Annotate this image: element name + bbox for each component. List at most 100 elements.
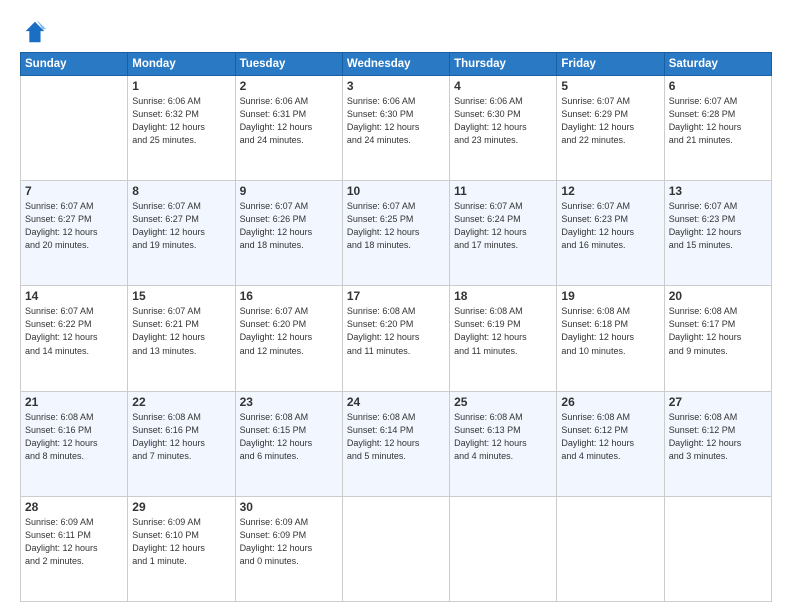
table-row: 13 Sunrise: 6:07 AM Sunset: 6:23 PM Dayli… — [664, 181, 771, 286]
day-number: 13 — [669, 184, 767, 198]
table-row: 28 Sunrise: 6:09 AM Sunset: 6:11 PM Dayli… — [21, 496, 128, 601]
cell-info: Sunrise: 6:06 AM Sunset: 6:31 PM Dayligh… — [240, 95, 338, 147]
col-tuesday: Tuesday — [235, 53, 342, 76]
header — [20, 18, 772, 46]
cell-info: Sunrise: 6:07 AM Sunset: 6:25 PM Dayligh… — [347, 200, 445, 252]
col-wednesday: Wednesday — [342, 53, 449, 76]
day-number: 27 — [669, 395, 767, 409]
cell-info: Sunrise: 6:08 AM Sunset: 6:16 PM Dayligh… — [25, 411, 123, 463]
col-saturday: Saturday — [664, 53, 771, 76]
page: Sunday Monday Tuesday Wednesday Thursday… — [0, 0, 792, 612]
cell-info: Sunrise: 6:07 AM Sunset: 6:26 PM Dayligh… — [240, 200, 338, 252]
cell-info: Sunrise: 6:08 AM Sunset: 6:18 PM Dayligh… — [561, 305, 659, 357]
calendar-header-row: Sunday Monday Tuesday Wednesday Thursday… — [21, 53, 772, 76]
day-number: 1 — [132, 79, 230, 93]
cell-info: Sunrise: 6:08 AM Sunset: 6:13 PM Dayligh… — [454, 411, 552, 463]
day-number: 29 — [132, 500, 230, 514]
cell-info: Sunrise: 6:08 AM Sunset: 6:15 PM Dayligh… — [240, 411, 338, 463]
cell-info: Sunrise: 6:08 AM Sunset: 6:12 PM Dayligh… — [669, 411, 767, 463]
cell-info: Sunrise: 6:08 AM Sunset: 6:17 PM Dayligh… — [669, 305, 767, 357]
table-row: 20 Sunrise: 6:08 AM Sunset: 6:17 PM Dayli… — [664, 286, 771, 391]
cell-info: Sunrise: 6:08 AM Sunset: 6:16 PM Dayligh… — [132, 411, 230, 463]
cell-info: Sunrise: 6:07 AM Sunset: 6:29 PM Dayligh… — [561, 95, 659, 147]
calendar-week-row: 21Sunrise: 6:08 AM Sunset: 6:16 PM Dayli… — [21, 391, 772, 496]
table-row: 5 Sunrise: 6:07 AM Sunset: 6:29 PM Daylig… — [557, 76, 664, 181]
col-thursday: Thursday — [450, 53, 557, 76]
day-number: 8 — [132, 184, 230, 198]
cell-info: Sunrise: 6:07 AM Sunset: 6:21 PM Dayligh… — [132, 305, 230, 357]
table-row: 26Sunrise: 6:08 AM Sunset: 6:12 PM Dayli… — [557, 391, 664, 496]
table-row: 8 Sunrise: 6:07 AM Sunset: 6:27 PM Daylig… — [128, 181, 235, 286]
day-number: 19 — [561, 289, 659, 303]
day-number: 24 — [347, 395, 445, 409]
day-number: 14 — [25, 289, 123, 303]
table-row: 21Sunrise: 6:08 AM Sunset: 6:16 PM Dayli… — [21, 391, 128, 496]
cell-info: Sunrise: 6:07 AM Sunset: 6:28 PM Dayligh… — [669, 95, 767, 147]
cell-info: Sunrise: 6:06 AM Sunset: 6:32 PM Dayligh… — [132, 95, 230, 147]
table-row: 7 Sunrise: 6:07 AM Sunset: 6:27 PM Daylig… — [21, 181, 128, 286]
table-row: 3 Sunrise: 6:06 AM Sunset: 6:30 PM Daylig… — [342, 76, 449, 181]
day-number: 23 — [240, 395, 338, 409]
day-number: 28 — [25, 500, 123, 514]
table-row: 22 Sunrise: 6:08 AM Sunset: 6:16 PM Dayli… — [128, 391, 235, 496]
day-number: 9 — [240, 184, 338, 198]
table-row: 1 Sunrise: 6:06 AM Sunset: 6:32 PM Daylig… — [128, 76, 235, 181]
cell-info: Sunrise: 6:07 AM Sunset: 6:20 PM Dayligh… — [240, 305, 338, 357]
table-row: 23 Sunrise: 6:08 AM Sunset: 6:15 PM Dayli… — [235, 391, 342, 496]
table-row — [557, 496, 664, 601]
table-row: 12 Sunrise: 6:07 AM Sunset: 6:23 PM Dayli… — [557, 181, 664, 286]
col-sunday: Sunday — [21, 53, 128, 76]
table-row: 4Sunrise: 6:06 AM Sunset: 6:30 PM Daylig… — [450, 76, 557, 181]
day-number: 12 — [561, 184, 659, 198]
cell-info: Sunrise: 6:07 AM Sunset: 6:27 PM Dayligh… — [25, 200, 123, 252]
table-row — [342, 496, 449, 601]
table-row: 6 Sunrise: 6:07 AM Sunset: 6:28 PM Daylig… — [664, 76, 771, 181]
table-row — [664, 496, 771, 601]
table-row: 17 Sunrise: 6:08 AM Sunset: 6:20 PM Dayli… — [342, 286, 449, 391]
cell-info: Sunrise: 6:08 AM Sunset: 6:19 PM Dayligh… — [454, 305, 552, 357]
calendar-table: Sunday Monday Tuesday Wednesday Thursday… — [20, 52, 772, 602]
logo — [20, 18, 52, 46]
cell-info: Sunrise: 6:07 AM Sunset: 6:24 PM Dayligh… — [454, 200, 552, 252]
cell-info: Sunrise: 6:07 AM Sunset: 6:23 PM Dayligh… — [669, 200, 767, 252]
calendar-week-row: 14 Sunrise: 6:07 AM Sunset: 6:22 PM Dayli… — [21, 286, 772, 391]
cell-info: Sunrise: 6:09 AM Sunset: 6:10 PM Dayligh… — [132, 516, 230, 568]
table-row: 19 Sunrise: 6:08 AM Sunset: 6:18 PM Dayli… — [557, 286, 664, 391]
cell-info: Sunrise: 6:09 AM Sunset: 6:11 PM Dayligh… — [25, 516, 123, 568]
cell-info: Sunrise: 6:08 AM Sunset: 6:20 PM Dayligh… — [347, 305, 445, 357]
day-number: 5 — [561, 79, 659, 93]
cell-info: Sunrise: 6:07 AM Sunset: 6:22 PM Dayligh… — [25, 305, 123, 357]
day-number: 20 — [669, 289, 767, 303]
cell-info: Sunrise: 6:08 AM Sunset: 6:12 PM Dayligh… — [561, 411, 659, 463]
cell-info: Sunrise: 6:07 AM Sunset: 6:27 PM Dayligh… — [132, 200, 230, 252]
table-row: 16 Sunrise: 6:07 AM Sunset: 6:20 PM Dayli… — [235, 286, 342, 391]
day-number: 10 — [347, 184, 445, 198]
cell-info: Sunrise: 6:08 AM Sunset: 6:14 PM Dayligh… — [347, 411, 445, 463]
col-monday: Monday — [128, 53, 235, 76]
day-number: 17 — [347, 289, 445, 303]
table-row: 24 Sunrise: 6:08 AM Sunset: 6:14 PM Dayli… — [342, 391, 449, 496]
day-number: 30 — [240, 500, 338, 514]
cell-info: Sunrise: 6:07 AM Sunset: 6:23 PM Dayligh… — [561, 200, 659, 252]
day-number: 6 — [669, 79, 767, 93]
calendar-week-row: 28 Sunrise: 6:09 AM Sunset: 6:11 PM Dayli… — [21, 496, 772, 601]
table-row: 2Sunrise: 6:06 AM Sunset: 6:31 PM Daylig… — [235, 76, 342, 181]
table-row: 27 Sunrise: 6:08 AM Sunset: 6:12 PM Dayli… — [664, 391, 771, 496]
logo-icon — [20, 18, 48, 46]
table-row: 15 Sunrise: 6:07 AM Sunset: 6:21 PM Dayli… — [128, 286, 235, 391]
day-number: 22 — [132, 395, 230, 409]
day-number: 15 — [132, 289, 230, 303]
table-row: 11Sunrise: 6:07 AM Sunset: 6:24 PM Dayli… — [450, 181, 557, 286]
cell-info: Sunrise: 6:06 AM Sunset: 6:30 PM Dayligh… — [347, 95, 445, 147]
day-number: 16 — [240, 289, 338, 303]
table-row: 10 Sunrise: 6:07 AM Sunset: 6:25 PM Dayli… — [342, 181, 449, 286]
cell-info: Sunrise: 6:09 AM Sunset: 6:09 PM Dayligh… — [240, 516, 338, 568]
day-number: 4 — [454, 79, 552, 93]
day-number: 3 — [347, 79, 445, 93]
table-row — [21, 76, 128, 181]
calendar-week-row: 1 Sunrise: 6:06 AM Sunset: 6:32 PM Daylig… — [21, 76, 772, 181]
day-number: 25 — [454, 395, 552, 409]
table-row: 14 Sunrise: 6:07 AM Sunset: 6:22 PM Dayli… — [21, 286, 128, 391]
table-row — [450, 496, 557, 601]
day-number: 7 — [25, 184, 123, 198]
